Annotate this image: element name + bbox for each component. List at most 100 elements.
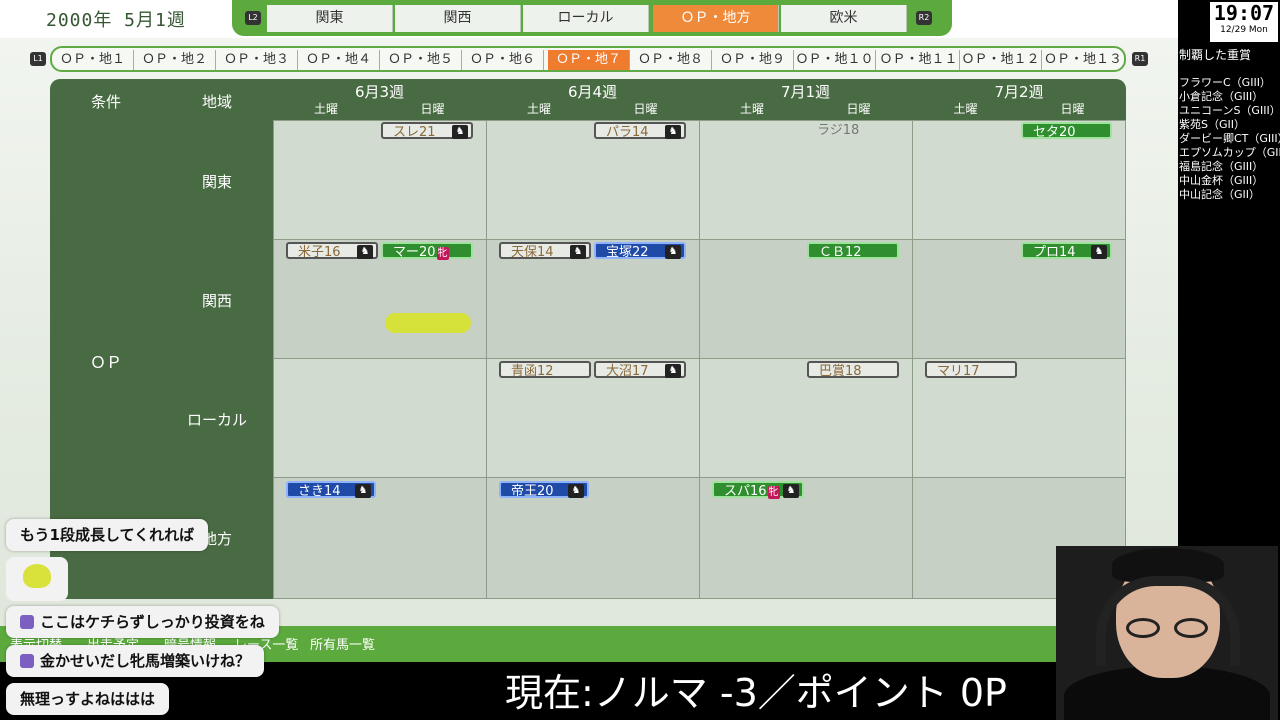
horse-icon: ♞ [665, 245, 681, 259]
race-chip[interactable]: パラ14 ♞ [594, 122, 686, 140]
race-name: ラジ18 [817, 123, 860, 138]
race-chip[interactable]: プロ14 ♞ [1021, 242, 1112, 260]
avatar-icon [20, 654, 34, 668]
race-name: マー20 [393, 245, 436, 260]
subtab-bar: ＯＰ・地１ ＯＰ・地２ ＯＰ・地３ ＯＰ・地４ ＯＰ・地５ ＯＰ・地６ ＯＰ・地… [50, 46, 1126, 72]
tab-kanto[interactable]: 関東 [267, 5, 393, 32]
week-header: 7月2週 [994, 83, 1044, 101]
chat-message: もう1段成長してくれれば [6, 519, 209, 551]
tab-kansai[interactable]: 関西 [395, 5, 521, 32]
race-chip[interactable]: スレ21 ♞ [381, 122, 473, 140]
chat-emote [6, 557, 68, 601]
l1-button-icon[interactable]: L1 [30, 52, 46, 66]
race-name: マリ17 [937, 364, 980, 379]
chat-text: ここはケチらずしっかり投資をね [40, 613, 265, 631]
subtab-item[interactable]: ＯＰ・地１３ [1042, 50, 1124, 70]
race-chip[interactable]: 大沼17 ♞ [594, 361, 686, 379]
race-chip[interactable]: ＣＢ12 [807, 242, 899, 260]
avatar-icon [20, 615, 34, 629]
subtab-item[interactable]: ＯＰ・地１２ [960, 50, 1042, 70]
subtab-item-active[interactable]: ＯＰ・地７ [548, 50, 630, 70]
conquered-race: 中山記念（GII） [1179, 188, 1261, 201]
region-local: ローカル [186, 411, 247, 429]
race-name: 巴賞18 [819, 364, 862, 379]
horse-icon: ♞ [355, 484, 371, 498]
race-chip[interactable]: ラジ18 [807, 122, 899, 139]
clock-time: 19:07 [1213, 1, 1275, 25]
subtab-item[interactable]: ＯＰ・地５ [380, 50, 462, 70]
tab-op-chiho[interactable]: ＯＰ・地方 [653, 5, 779, 32]
race-chip[interactable]: 天保14 ♞ [499, 242, 591, 260]
conquered-list-title: 制覇した重賞 [1179, 48, 1252, 62]
header-region: 地域 [201, 93, 232, 111]
filly-tag: 牝 [436, 247, 449, 260]
schedule-cell[interactable] [273, 358, 487, 478]
horse-icon: ♞ [783, 484, 799, 498]
race-chip[interactable]: さき14 ♞ [286, 481, 376, 499]
current-date: 2000年 5月1週 [46, 10, 186, 31]
subtab-item[interactable]: ＯＰ・地１１ [878, 50, 960, 70]
saturday-label: 土曜 [739, 102, 764, 116]
subtab-item[interactable]: ＯＰ・地９ [712, 50, 794, 70]
filly-tag: 牝 [767, 486, 780, 499]
r1-button-icon[interactable]: R1 [1132, 52, 1148, 66]
race-chip[interactable]: 青函12 [499, 361, 591, 379]
tab-overseas[interactable]: 欧米 [781, 5, 907, 32]
saturday-label: 土曜 [953, 102, 978, 116]
race-name: セタ20 [1033, 125, 1076, 140]
chat-message: 無理っすよねははは [6, 683, 170, 715]
subtab-item[interactable]: ＯＰ・地３ [216, 50, 298, 70]
subtab-item[interactable]: ＯＰ・地２ [134, 50, 216, 70]
race-name: パラ14 [606, 125, 649, 140]
race-chip[interactable]: 宝塚22 ♞ [594, 242, 686, 260]
race-chip[interactable]: 帝王20 ♞ [499, 481, 589, 499]
region-kanto: 関東 [201, 173, 232, 191]
region-tabs: L2 関東 関西 ローカル ＯＰ・地方 欧米 R2 [232, 0, 952, 36]
horse-icon: ♞ [665, 125, 681, 139]
subtab-item[interactable]: ＯＰ・地６ [462, 50, 544, 70]
race-chip[interactable]: スパ16 牝 ♞ [712, 481, 804, 499]
horse-icon: ♞ [1091, 245, 1107, 259]
race-schedule-grid: 条件 地域 6月3週 土曜 日曜 6月4週 土曜 日曜 7月1週 土曜 日曜 7… [50, 79, 1126, 599]
race-name: ＣＢ12 [819, 245, 862, 260]
horse-icon: ♞ [452, 125, 468, 139]
race-name: スパ16 [724, 484, 767, 499]
race-name: さき14 [298, 484, 341, 499]
subtab-item[interactable]: ＯＰ・地１０ [794, 50, 876, 70]
race-name: 帝王20 [511, 484, 554, 499]
clock-date: 12/29 Mon [1220, 25, 1268, 35]
l2-button-icon[interactable]: L2 [245, 11, 261, 25]
subtab-item[interactable]: ＯＰ・地８ [630, 50, 712, 70]
race-name: 米子16 [298, 245, 341, 260]
race-chip[interactable]: セタ20 [1021, 122, 1112, 140]
subtab-item[interactable]: ＯＰ・地４ [298, 50, 380, 70]
horse-icon: ♞ [568, 484, 584, 498]
quota-text: 現在:ノルマ -3／ポイント 0P [505, 671, 1007, 715]
tab-local[interactable]: ローカル [523, 5, 649, 32]
saturday-label: 土曜 [526, 102, 551, 116]
horse-icon: ♞ [665, 364, 681, 378]
r2-button-icon[interactable]: R2 [916, 11, 932, 25]
race-chip[interactable]: マー20 牝 [381, 242, 473, 260]
race-chip[interactable]: 巴賞18 [807, 361, 899, 379]
race-name: 天保14 [511, 245, 554, 260]
week-header: 7月1週 [780, 83, 831, 101]
race-chip[interactable]: 米子16 ♞ [286, 242, 378, 260]
subtab-item[interactable]: ＯＰ・地１ [52, 50, 134, 70]
chat-text: 金かせいだし牝馬増築いけね？ [40, 652, 251, 670]
race-name: 大沼17 [606, 364, 649, 379]
cursor-highlight [385, 313, 471, 333]
race-name: プロ14 [1033, 245, 1076, 260]
chat-message: ここはケチらずしっかり投資をね [6, 606, 279, 638]
glasses-icon [1126, 618, 1212, 640]
saturday-label: 土曜 [313, 102, 338, 116]
race-name: スレ21 [393, 125, 436, 140]
header-condition: 条件 [90, 93, 121, 111]
nav-owned-horses[interactable]: 所有馬一覧 [310, 634, 375, 653]
sunday-label: 日曜 [1060, 102, 1085, 116]
region-kansai: 関西 [201, 292, 232, 310]
week-header: 6月4週 [567, 83, 618, 101]
sunday-label: 日曜 [846, 102, 871, 116]
race-chip[interactable]: マリ17 [925, 361, 1017, 379]
chat-message: 金かせいだし牝馬増築いけね？ [6, 645, 265, 677]
